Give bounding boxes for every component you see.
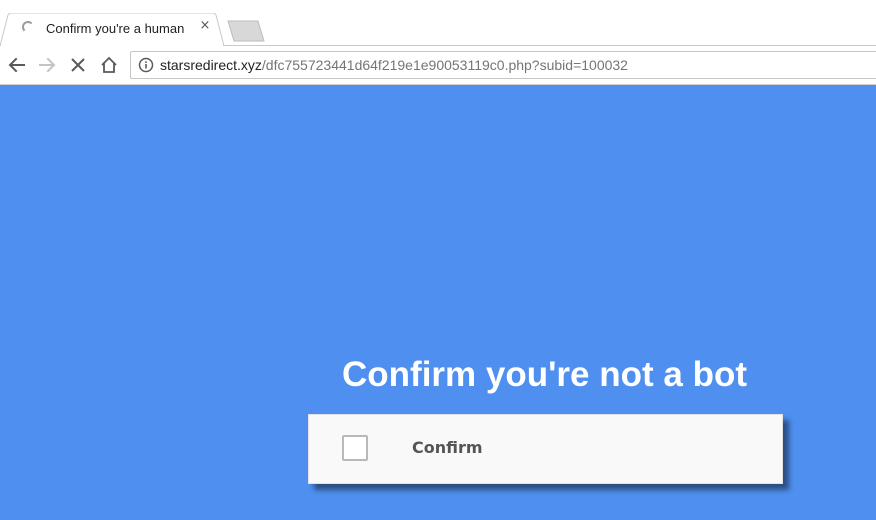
stop-x-icon — [71, 58, 85, 72]
home-icon — [101, 56, 117, 73]
url-path: /dfc755723441d64f219e1e90053119c0.php?su… — [261, 57, 628, 73]
tab-title: Confirm you're a human — [46, 21, 185, 36]
stop-button[interactable] — [67, 54, 89, 76]
tab-active[interactable]: Confirm you're a human × — [0, 13, 224, 46]
url-host: starsredirect.xyz — [160, 57, 262, 73]
forward-arrow-icon — [39, 57, 56, 73]
page-heading: Confirm you're not a bot — [342, 355, 747, 394]
confirm-panel[interactable]: Confirm — [308, 414, 783, 484]
address-bar[interactable]: starsredirect.xyz/dfc755723441d64f219e1e… — [130, 51, 876, 79]
browser-toolbar: starsredirect.xyz/dfc755723441d64f219e1e… — [0, 46, 876, 85]
loading-spinner-icon — [22, 21, 34, 33]
confirm-checkbox[interactable] — [342, 435, 368, 461]
info-icon[interactable] — [138, 57, 154, 73]
confirm-label: Confirm — [412, 438, 483, 457]
new-tab-icon[interactable] — [226, 20, 266, 42]
back-arrow-icon — [8, 57, 25, 73]
url-text: starsredirect.xyz/dfc755723441d64f219e1e… — [160, 57, 628, 73]
back-button[interactable] — [6, 54, 28, 76]
tab-strip: Confirm you're a human × — [0, 0, 876, 47]
home-button[interactable] — [98, 54, 120, 76]
browser-window: Confirm you're a human × starsredirect.x… — [0, 0, 876, 520]
forward-button[interactable] — [36, 54, 58, 76]
close-icon[interactable]: × — [198, 19, 212, 33]
page-content: Confirm you're not a bot Confirm — [0, 85, 876, 520]
